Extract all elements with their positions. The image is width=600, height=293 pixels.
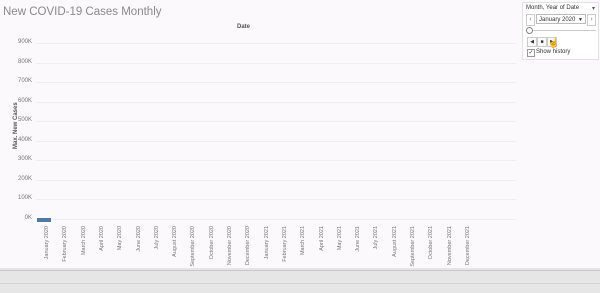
x-tick-label: December 2021 xyxy=(464,226,471,266)
y-tick-label: 300K xyxy=(17,156,32,163)
page-select[interactable]: January 2020 ▼ xyxy=(536,14,586,24)
x-tick-label: December 2020 xyxy=(245,226,252,266)
chevron-down-icon[interactable]: ▾ xyxy=(592,5,595,12)
x-tick-label: February 2021 xyxy=(281,226,288,262)
y-tick-label: 900K xyxy=(17,39,32,45)
gridline xyxy=(36,140,516,142)
gridline xyxy=(36,43,516,44)
hand-pointer-icon: ☝ xyxy=(548,38,560,48)
gridline xyxy=(36,101,516,103)
bottom-divider xyxy=(0,270,600,271)
y-tick-label: 100K xyxy=(17,195,32,202)
pages-card-title: Month, Year of Date xyxy=(526,5,580,11)
y-tick-label: 0K xyxy=(24,215,32,221)
dropdown-caret-icon: ▼ xyxy=(578,17,583,23)
y-tick-label: 200K xyxy=(17,175,32,182)
y-tick-label: 500K xyxy=(17,117,32,124)
bottom-divider-2 xyxy=(0,283,600,284)
x-tick-label: June 2021 xyxy=(355,226,362,252)
x-tick-label: January 2021 xyxy=(263,226,270,260)
gridline xyxy=(36,62,516,64)
visualization-area: New COVID-19 Cases Monthly Date Max. New… xyxy=(0,0,520,268)
x-tick-label: February 2020 xyxy=(62,226,69,262)
page-slider-thumb[interactable] xyxy=(526,27,533,34)
y-tick-label: 600K xyxy=(17,97,32,104)
pages-card: Month, Year of Date ▾ ‹ January 2020 ▼ ›… xyxy=(522,2,599,60)
next-page-button[interactable]: › xyxy=(587,14,596,26)
gridline xyxy=(36,82,516,84)
x-tick-label: September 2021 xyxy=(410,226,416,267)
x-tick-label: March 2021 xyxy=(300,226,307,256)
show-history-label: Show history xyxy=(536,49,571,55)
x-tick-label: November 2021 xyxy=(446,226,453,266)
gridline xyxy=(36,199,516,201)
x-tick-label: October 2021 xyxy=(428,226,435,260)
viz-title: New COVID-19 Cases Monthly xyxy=(3,6,162,18)
x-tick-label: November 2020 xyxy=(227,226,233,266)
x-tick-label: April 2020 xyxy=(98,226,105,251)
x-tick-label: August 2021 xyxy=(391,226,398,257)
x-tick-label: July 2020 xyxy=(153,226,160,250)
y-axis-label: Max. New Cases xyxy=(13,102,19,149)
x-tick-label: May 2020 xyxy=(117,226,124,251)
bottom-toolbar xyxy=(0,268,600,293)
gridline xyxy=(36,179,516,181)
x-tick-label: March 2020 xyxy=(80,226,87,256)
previous-page-button[interactable]: ‹ xyxy=(526,14,535,26)
page-slider-track[interactable] xyxy=(528,30,596,31)
x-tick-label: April 2021 xyxy=(318,226,325,251)
gridline xyxy=(36,219,516,220)
y-tick-label: 700K xyxy=(17,78,32,85)
page-select-value: January 2020 xyxy=(539,17,576,23)
show-history-checkbox[interactable]: ✓ xyxy=(527,49,535,57)
x-tick-label: October 2020 xyxy=(208,226,215,260)
x-tick-label: July 2021 xyxy=(373,226,380,250)
x-axis-header: Date xyxy=(237,24,251,30)
y-tick-label: 400K xyxy=(17,136,32,143)
gridline xyxy=(36,121,516,123)
play-backward-button[interactable]: ◀ xyxy=(527,37,537,47)
gridline xyxy=(36,160,516,162)
x-tick-label: January 2020 xyxy=(44,226,50,260)
x-tick-label: May 2021 xyxy=(336,226,343,251)
x-tick-label: September 2020 xyxy=(190,226,197,267)
x-tick-label: June 2020 xyxy=(135,226,142,252)
y-tick-label: 800K xyxy=(17,58,32,65)
bar[interactable] xyxy=(37,218,51,222)
stop-button[interactable]: ■ xyxy=(537,37,547,47)
x-tick-label: August 2020 xyxy=(172,226,179,257)
